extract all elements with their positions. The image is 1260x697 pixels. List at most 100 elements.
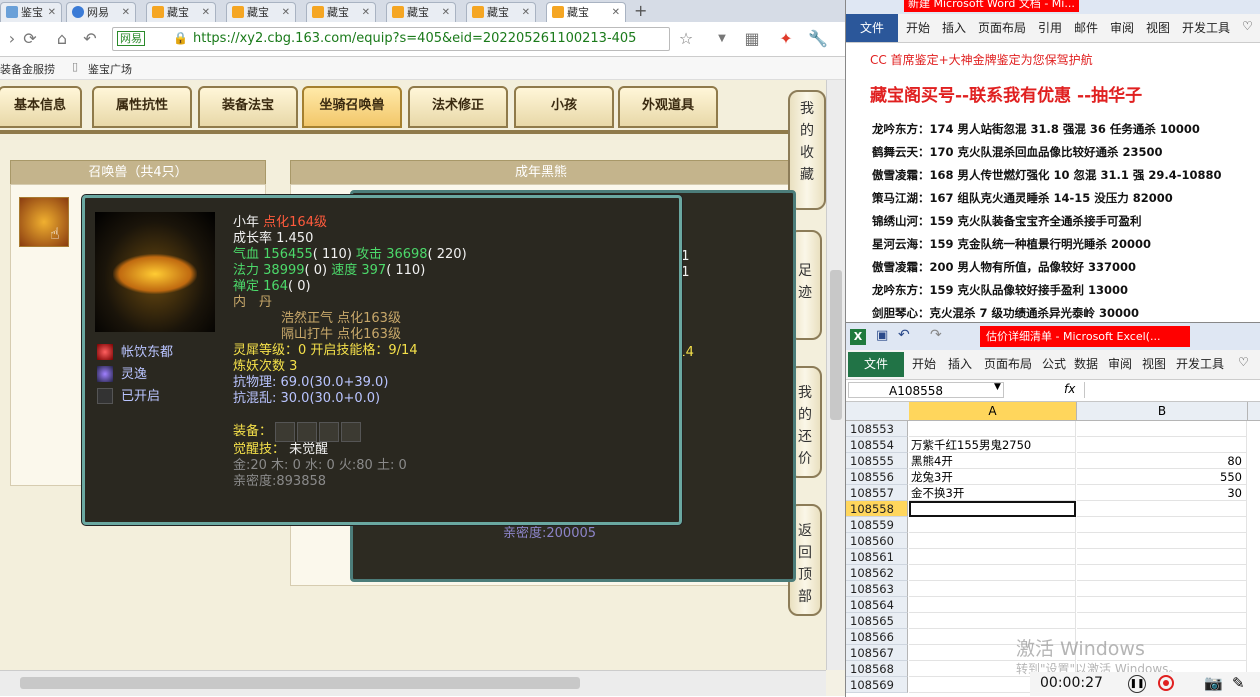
cell[interactable]: 550 xyxy=(1077,469,1247,485)
close-icon[interactable]: ✕ xyxy=(282,3,290,22)
cell[interactable] xyxy=(909,549,1076,565)
tab-mounts-pets[interactable]: 坐骑召唤兽 xyxy=(302,86,402,128)
save-icon[interactable]: ▣ xyxy=(876,328,888,343)
tab-appearance[interactable]: 外观道具 xyxy=(618,86,718,128)
ribbon-tab[interactable]: 插入 xyxy=(948,355,972,372)
word-document[interactable]: CC 首席鉴定+大神金牌鉴定为您保驾护航 藏宝阁买号--联系我有优惠 --抽华子… xyxy=(846,43,1260,322)
cell[interactable] xyxy=(1077,613,1247,629)
redo-icon[interactable]: ↷ xyxy=(930,327,942,343)
cell[interactable] xyxy=(909,565,1076,581)
row-header[interactable]: 108555 xyxy=(846,453,908,469)
row-header[interactable]: 108553 xyxy=(846,421,908,437)
close-icon[interactable]: ✕ xyxy=(522,3,530,22)
ribbon-tab[interactable]: 插入 xyxy=(942,19,966,36)
ribbon-tab[interactable]: 页面布局 xyxy=(984,355,1032,372)
ribbon-tab[interactable]: 审阅 xyxy=(1110,19,1134,36)
cell[interactable] xyxy=(909,533,1076,549)
name-box[interactable]: A108558 xyxy=(848,382,1004,398)
grid-icon[interactable]: ▦ xyxy=(742,29,762,49)
browser-tab[interactable]: 鉴宝 ✕ xyxy=(0,2,62,22)
cell[interactable]: 80 xyxy=(1077,453,1247,469)
forward-icon[interactable]: › xyxy=(2,29,22,49)
cell[interactable] xyxy=(909,581,1076,597)
cell[interactable] xyxy=(1077,501,1247,517)
row-header[interactable]: 108561 xyxy=(846,549,908,565)
star-icon[interactable]: ☆ xyxy=(676,29,696,49)
address-bar[interactable]: 网易 🔒 https://xy2.cbg.163.com/equip?s=405… xyxy=(112,27,670,51)
row-header[interactable]: 108566 xyxy=(846,629,908,645)
cell[interactable]: 龙兔3开 xyxy=(909,469,1076,485)
browser-tab[interactable]: 网易 ✕ xyxy=(66,2,136,22)
excel-file-tab[interactable]: 文件 xyxy=(848,352,904,377)
tab-attributes[interactable]: 属性抗性 xyxy=(92,86,192,128)
row-header[interactable]: 108562 xyxy=(846,565,908,581)
row-header[interactable]: 108564 xyxy=(846,597,908,613)
cell[interactable]: 万紫千红155男鬼2750 xyxy=(909,437,1076,453)
new-tab-button[interactable]: + xyxy=(634,1,647,20)
row-header[interactable]: 108557 xyxy=(846,485,908,501)
ribbon-tab[interactable]: 视图 xyxy=(1142,355,1166,372)
tab-spell-mods[interactable]: 法术修正 xyxy=(408,86,508,128)
vertical-scrollbar[interactable] xyxy=(826,80,845,670)
browser-tab[interactable]: 藏宝 ✕ xyxy=(226,2,296,22)
row-header[interactable]: 108568 xyxy=(846,661,908,677)
row-header[interactable]: 108556 xyxy=(846,469,908,485)
cell[interactable]: 金不换3开 xyxy=(909,485,1076,501)
refresh-icon[interactable]: ⟳ xyxy=(20,29,40,49)
cell[interactable] xyxy=(1077,437,1247,453)
ribbon-tab[interactable]: 开始 xyxy=(912,355,936,372)
pen-icon[interactable]: ✎ xyxy=(1232,674,1245,692)
browser-tab[interactable]: 藏宝 ✕ xyxy=(466,2,536,22)
cell[interactable] xyxy=(1077,581,1247,597)
bookmark-item[interactable]: 装备金服捞 xyxy=(0,61,55,77)
ribbon-tab[interactable]: 数据 xyxy=(1074,355,1098,372)
cell[interactable] xyxy=(1077,517,1247,533)
fx-icon[interactable]: fx xyxy=(1064,382,1075,396)
camera-icon[interactable]: 📷 xyxy=(1204,674,1223,692)
ribbon-tab[interactable]: 页面布局 xyxy=(978,19,1026,36)
cell[interactable]: 30 xyxy=(1077,485,1247,501)
equip-slot[interactable] xyxy=(319,422,339,442)
scroll-thumb[interactable] xyxy=(830,270,842,420)
row-header[interactable]: 108559 xyxy=(846,517,908,533)
equip-slot[interactable] xyxy=(297,422,317,442)
tab-equipment[interactable]: 装备法宝 xyxy=(198,86,298,128)
wrench-icon[interactable]: 🔧 xyxy=(808,29,828,49)
ribbon-tab[interactable]: 开发工具 xyxy=(1176,355,1224,372)
formula-input[interactable] xyxy=(1084,382,1260,398)
chevron-down-icon[interactable]: ▼ xyxy=(994,382,1001,392)
cell[interactable]: 黑熊4开 xyxy=(909,453,1076,469)
tab-basic-info[interactable]: 基本信息 xyxy=(0,86,82,128)
close-icon[interactable]: ✕ xyxy=(362,3,370,22)
ribbon-tab[interactable]: 开始 xyxy=(906,19,930,36)
column-header[interactable]: B xyxy=(1077,402,1248,420)
cell[interactable] xyxy=(1077,549,1247,565)
close-icon[interactable]: ✕ xyxy=(442,3,450,22)
scroll-thumb[interactable] xyxy=(20,677,580,689)
cell[interactable] xyxy=(909,613,1076,629)
stop-record-icon[interactable] xyxy=(1158,675,1174,691)
browser-tab[interactable]: 藏宝 ✕ xyxy=(146,2,216,22)
row-header-selected[interactable]: 108558 xyxy=(846,501,908,517)
row-header[interactable]: 108565 xyxy=(846,613,908,629)
undo-icon[interactable]: ↶ xyxy=(898,327,910,343)
row-header[interactable]: 108560 xyxy=(846,533,908,549)
close-icon[interactable]: ✕ xyxy=(48,3,56,22)
row-header[interactable]: 108554 xyxy=(846,437,908,453)
row-header[interactable]: 108563 xyxy=(846,581,908,597)
browser-tab[interactable]: 藏宝 ✕ xyxy=(386,2,456,22)
row-header[interactable]: 108569 xyxy=(846,677,908,693)
active-cell[interactable] xyxy=(909,501,1076,517)
word-file-tab[interactable]: 文件 xyxy=(846,14,898,42)
row-header[interactable]: 108567 xyxy=(846,645,908,661)
cell[interactable] xyxy=(909,517,1076,533)
browser-tab-active[interactable]: 藏宝 ✕ xyxy=(546,2,626,23)
undo-icon[interactable]: ↶ xyxy=(80,29,100,49)
equip-slot[interactable] xyxy=(275,422,295,442)
ribbon-tab[interactable]: 邮件 xyxy=(1074,19,1098,36)
bookmark-item[interactable]: 鉴宝广场 xyxy=(88,61,132,77)
column-header[interactable]: A xyxy=(909,402,1077,420)
cell[interactable] xyxy=(1077,565,1247,581)
ribbon-tab[interactable]: 开发工具 xyxy=(1182,19,1230,36)
browser-tab[interactable]: 藏宝 ✕ xyxy=(306,2,376,22)
